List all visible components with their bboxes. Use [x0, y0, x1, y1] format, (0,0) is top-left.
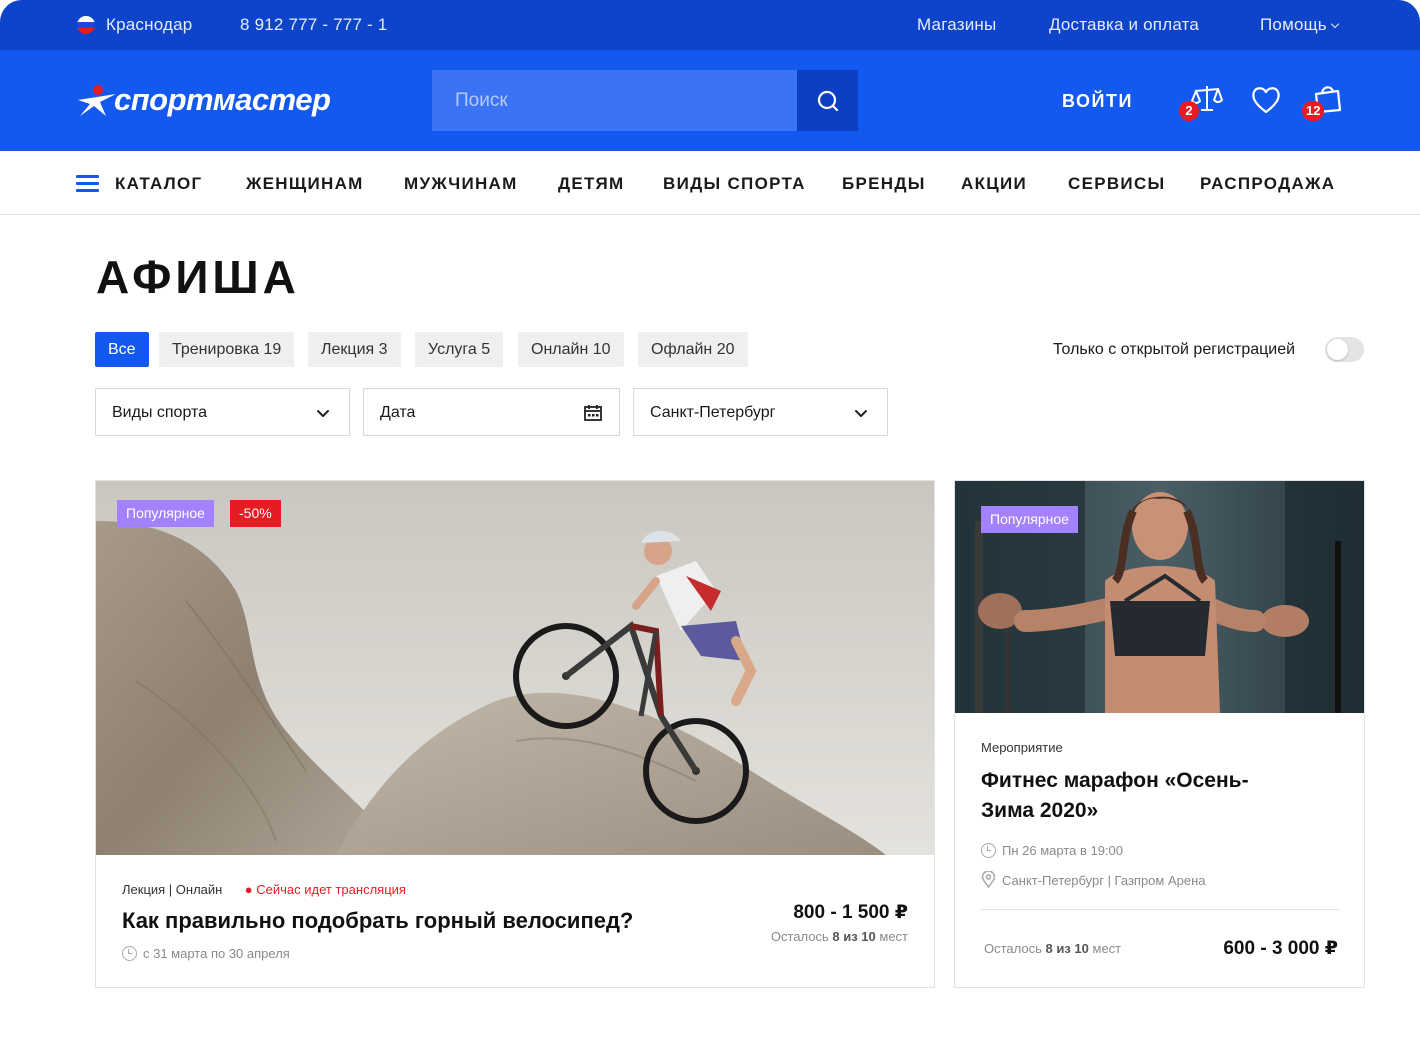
chevron-down-icon	[1330, 19, 1340, 29]
nav-sports[interactable]: ВИДЫ СПОРТА	[663, 174, 806, 194]
event-type: Мероприятие	[981, 740, 1063, 755]
open-registration-label: Только с открытой регистрацией	[1053, 341, 1296, 358]
search-input[interactable]	[432, 70, 797, 131]
open-registration-toggle[interactable]	[1325, 337, 1364, 362]
places-prefix: Осталось	[984, 941, 1042, 956]
event-title[interactable]: Фитнес марафон «Осень- Зима 2020»	[981, 766, 1249, 826]
sport-type-select[interactable]: Виды спорта	[95, 388, 350, 436]
russia-flag-icon	[77, 16, 95, 34]
chevron-down-icon	[317, 410, 329, 417]
event-date-text: Пн 26 марта в 19:00	[1002, 843, 1124, 858]
main-header: спортмастер ВОЙТИ 2	[0, 50, 1420, 151]
event-price: 800 - 1 500 ₽	[793, 902, 908, 923]
clock-icon	[122, 946, 137, 961]
event-type: Лекция | Онлайн	[122, 882, 223, 897]
chip-online[interactable]: Онлайн 10	[518, 332, 624, 367]
chip-offline[interactable]: Офлайн 20	[638, 332, 748, 367]
date-value: Дата	[380, 404, 416, 421]
event-card[interactable]: Популярное -50% Лекция | Онлайн ● Сейчас…	[95, 480, 935, 988]
cart-button[interactable]: 12	[1302, 82, 1344, 121]
compare-button[interactable]: 2	[1179, 83, 1224, 121]
city-value: Санкт-Петербург	[650, 404, 776, 421]
logo[interactable]: спортмастер	[76, 80, 356, 120]
date-select[interactable]: Дата	[363, 388, 620, 436]
page-title: АФИША	[96, 251, 300, 303]
search-button[interactable]	[797, 70, 858, 131]
places-prefix: Осталось	[770, 929, 829, 944]
login-button[interactable]: ВОЙТИ	[1062, 91, 1133, 112]
cart-count-badge: 12	[1302, 101, 1325, 121]
page: Краснодар 8 912 777 - 777 - 1 Магазины Д…	[0, 0, 1420, 1060]
event-title-line: Зима 2020»	[981, 799, 1099, 822]
city-select[interactable]: Санкт-Петербург	[633, 388, 888, 436]
places-value: 8 из 10	[1045, 941, 1089, 956]
calendar-icon	[584, 405, 602, 421]
places-value: 8 из 10	[832, 929, 876, 944]
top-bar: Краснодар 8 912 777 - 777 - 1 Магазины Д…	[0, 0, 1420, 50]
places-left: Осталось 8 из 10 мест	[771, 929, 908, 944]
compare-count-badge: 2	[1179, 101, 1199, 121]
menu-icon[interactable]	[76, 175, 99, 192]
event-price: 600 - 3 000 ₽	[1223, 938, 1338, 959]
chip-training[interactable]: Тренировка 19	[159, 332, 295, 367]
event-image	[96, 481, 934, 855]
event-date-text: с 31 марта по 30 апреля	[143, 946, 290, 961]
nav-women[interactable]: ЖЕНЩИНАМ	[246, 174, 364, 194]
delivery-link[interactable]: Доставка и оплата	[1049, 15, 1199, 35]
chip-lecture[interactable]: Лекция 3	[308, 332, 401, 367]
category-nav: КАТАЛОГ ЖЕНЩИНАМ МУЖЧИНАМ ДЕТЯМ ВИДЫ СПО…	[0, 151, 1420, 215]
search-bar	[432, 70, 858, 131]
city-selector[interactable]: Краснодар	[106, 15, 192, 35]
live-text: Сейчас идет трансляция	[256, 882, 406, 897]
event-card[interactable]: Популярное Мероприятие Фитнес марафон «О…	[954, 480, 1365, 988]
discount-tag: -50%	[230, 500, 281, 527]
popular-tag: Популярное	[117, 500, 214, 527]
stores-link[interactable]: Магазины	[917, 15, 996, 35]
nav-sale[interactable]: РАСПРОДАЖА	[1200, 174, 1335, 194]
nav-promos[interactable]: АКЦИИ	[961, 174, 1027, 194]
places-suffix: мест	[879, 929, 908, 944]
help-menu[interactable]: Помощь	[1260, 15, 1340, 35]
event-title[interactable]: Как правильно подобрать горный велосипед…	[122, 908, 633, 934]
toggle-knob	[1327, 339, 1348, 360]
nav-catalog[interactable]: КАТАЛОГ	[115, 174, 203, 194]
sport-type-value: Виды спорта	[112, 404, 208, 421]
nav-services[interactable]: СЕРВИСЫ	[1068, 174, 1165, 194]
favorites-button[interactable]	[1250, 85, 1284, 119]
chip-service[interactable]: Услуга 5	[415, 332, 504, 367]
event-date: Пн 26 марта в 19:00	[981, 843, 1123, 858]
places-left: Осталось 8 из 10 мест	[984, 941, 1121, 956]
event-meta-row: Лекция | Онлайн ● Сейчас идет трансляция	[122, 881, 406, 899]
nav-men[interactable]: МУЖЧИНАМ	[404, 174, 518, 194]
popular-tag: Популярное	[981, 506, 1078, 533]
chevron-down-icon	[855, 410, 867, 417]
event-date: с 31 марта по 30 апреля	[122, 946, 290, 961]
clock-icon	[981, 843, 996, 858]
divider	[981, 909, 1339, 910]
nav-kids[interactable]: ДЕТЯМ	[558, 174, 625, 194]
heart-icon	[1252, 87, 1280, 114]
help-label: Помощь	[1260, 15, 1327, 34]
search-icon	[817, 90, 838, 111]
phone-number[interactable]: 8 912 777 - 777 - 1	[240, 15, 387, 35]
event-location: Санкт-Петербург | Газпром Арена	[981, 870, 1206, 889]
event-title-line: Фитнес марафон «Осень-	[981, 769, 1249, 792]
nav-brands[interactable]: БРЕНДЫ	[842, 174, 926, 194]
location-pin-icon	[981, 870, 996, 889]
places-suffix: мест	[1092, 941, 1122, 956]
logo-text: спортмастер	[114, 82, 331, 117]
event-location-text: Санкт-Петербург | Газпром Арена	[1002, 873, 1206, 888]
live-indicator: ● Сейчас идет трансляция	[244, 882, 406, 897]
chip-all[interactable]: Все	[95, 332, 149, 367]
